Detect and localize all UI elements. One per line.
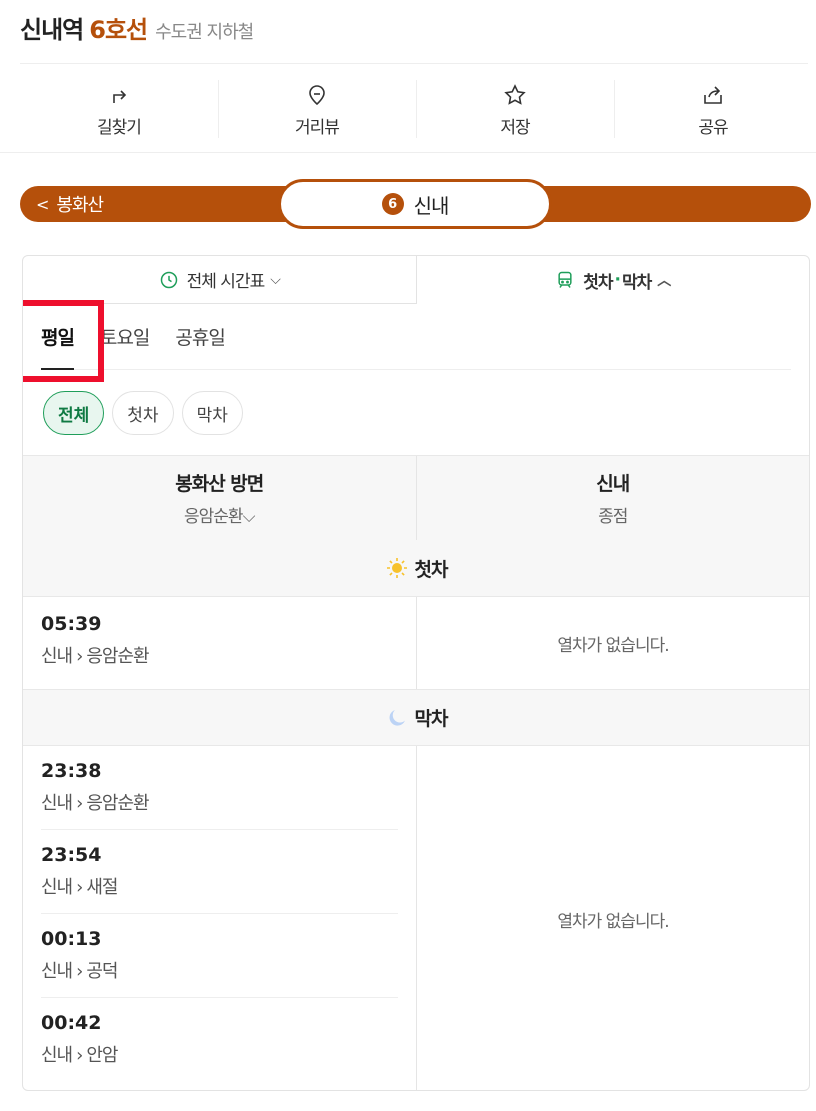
current-station-name: 신내	[413, 193, 450, 218]
current-station-pill: 6 신내	[278, 179, 552, 229]
action-bar: 길찾기 거리뷰 저장 공유	[20, 70, 812, 150]
train-entry: 23:54 신내 › 새절	[41, 830, 398, 914]
save-label: 저장	[500, 117, 530, 138]
timetable-panel: 전체 시간표 ⌵ 첫차 · 막차 ︿ 평일 토요일 공휴일 전체 첫차 막차 봉…	[22, 255, 810, 1091]
no-train-message: 열차가 없습니다.	[557, 635, 669, 656]
tab-full-timetable[interactable]: 전체 시간표 ⌵	[23, 256, 417, 304]
train-time: 05:39	[41, 613, 102, 635]
share-button[interactable]: 공유	[614, 70, 812, 150]
directions-icon	[113, 89, 127, 103]
train-route: 신내 › 응암순환	[41, 646, 150, 667]
line-name[interactable]: 6호선	[89, 10, 148, 45]
region-label: 수도권 지하철	[155, 22, 254, 43]
map-pin-icon	[309, 84, 325, 105]
day-tabs: 평일 토요일 공휴일	[41, 304, 791, 370]
left-column: 05:39 신내 › 응암순환	[23, 597, 417, 689]
first-section-label: 첫차	[414, 558, 449, 581]
station-header: 신내역 6호선 수도권 지하철	[20, 10, 254, 46]
train-entry: 00:13 신내 › 공덕	[41, 914, 398, 998]
chevron-down-icon: ⌵	[242, 507, 256, 527]
no-train-message: 열차가 없습니다.	[557, 911, 669, 932]
direction-title: 봉화산 방면	[175, 473, 264, 495]
save-button[interactable]: 저장	[416, 70, 614, 150]
share-label: 공유	[698, 117, 728, 138]
filter-last[interactable]: 막차	[181, 391, 243, 435]
train-route: 신내 › 안암	[41, 1045, 118, 1066]
direction-sub-dropdown[interactable]: 응암순환⌵	[184, 502, 256, 527]
train-entry: 05:39 신내 › 응암순환	[41, 597, 398, 689]
tab-first-last[interactable]: 첫차 · 막차 ︿	[417, 256, 810, 304]
direction-header: 봉화산 방면 응암순환⌵ 신내 종점	[23, 455, 809, 541]
first-train-section-header: 첫차	[23, 540, 809, 597]
train-route: 신내 › 응암순환	[41, 793, 150, 814]
directions-label: 길찾기	[97, 117, 142, 138]
train-route: 신내 › 공덕	[41, 961, 118, 982]
prev-station-label: 봉화산	[56, 195, 104, 216]
train-route: 신내 › 새절	[41, 877, 118, 898]
tab-full-label: 전체 시간표	[186, 272, 266, 292]
chevron-down-icon: ⌵	[270, 271, 281, 288]
direction-sub-label: 종점	[598, 507, 628, 527]
share-icon	[704, 85, 722, 104]
train-icon	[558, 271, 572, 288]
train-entry: 00:42 신내 › 안암	[41, 998, 398, 1082]
last-section-label: 막차	[414, 708, 449, 730]
separator-dot: ·	[614, 270, 622, 290]
first-train-rows: 05:39 신내 › 응암순환 열차가 없습니다.	[23, 597, 809, 689]
left-column: 23:38 신내 › 응암순환 23:54 신내 › 새절 00:13 신내 › 공덕 00…	[23, 746, 417, 1090]
last-train-rows: 23:38 신내 › 응암순환 23:54 신내 › 새절 00:13 신내 › 공덕 00…	[23, 746, 809, 1090]
tab-holiday[interactable]: 공휴일	[175, 304, 225, 370]
line-number-badge: 6	[381, 193, 404, 215]
train-entry: 23:38 신내 › 응암순환	[41, 746, 398, 830]
tab-last-label: 막차	[621, 272, 652, 293]
filter-chips: 전체 첫차 막차	[43, 391, 251, 435]
last-train-section-header: 막차	[23, 689, 809, 746]
station-name: 신내역	[20, 16, 84, 44]
tab-first-label: 첫차	[583, 272, 613, 293]
direction-sub-label: 응암순환	[184, 507, 244, 527]
prev-station-button[interactable]: < 봉화산	[36, 190, 104, 218]
mode-tabs: 전체 시간표 ⌵ 첫차 · 막차 ︿	[23, 256, 809, 304]
chevron-up-icon: ︿	[657, 273, 671, 289]
sun-icon	[386, 558, 407, 578]
train-time: 00:13	[41, 928, 102, 950]
star-icon	[504, 83, 526, 105]
direction-col-right: 신내 종점	[415, 456, 810, 540]
street-view-button[interactable]: 거리뷰	[218, 70, 416, 150]
chevron-left-icon: <	[36, 194, 49, 214]
directions-button[interactable]: 길찾기	[20, 70, 218, 150]
train-time: 00:42	[41, 1012, 102, 1034]
filter-all[interactable]: 전체	[43, 391, 105, 435]
clock-icon	[160, 271, 177, 288]
train-time: 23:54	[41, 844, 102, 866]
street-view-label: 거리뷰	[295, 117, 340, 138]
divider	[20, 63, 808, 64]
tab-saturday[interactable]: 토요일	[100, 304, 150, 370]
direction-col-left: 봉화산 방면 응암순환⌵	[23, 456, 416, 540]
tab-weekday[interactable]: 평일	[41, 304, 75, 370]
train-time: 23:38	[41, 760, 102, 782]
divider	[0, 152, 816, 153]
direction-title: 신내	[596, 473, 630, 495]
filter-first[interactable]: 첫차	[112, 391, 174, 435]
moon-icon	[389, 709, 405, 726]
